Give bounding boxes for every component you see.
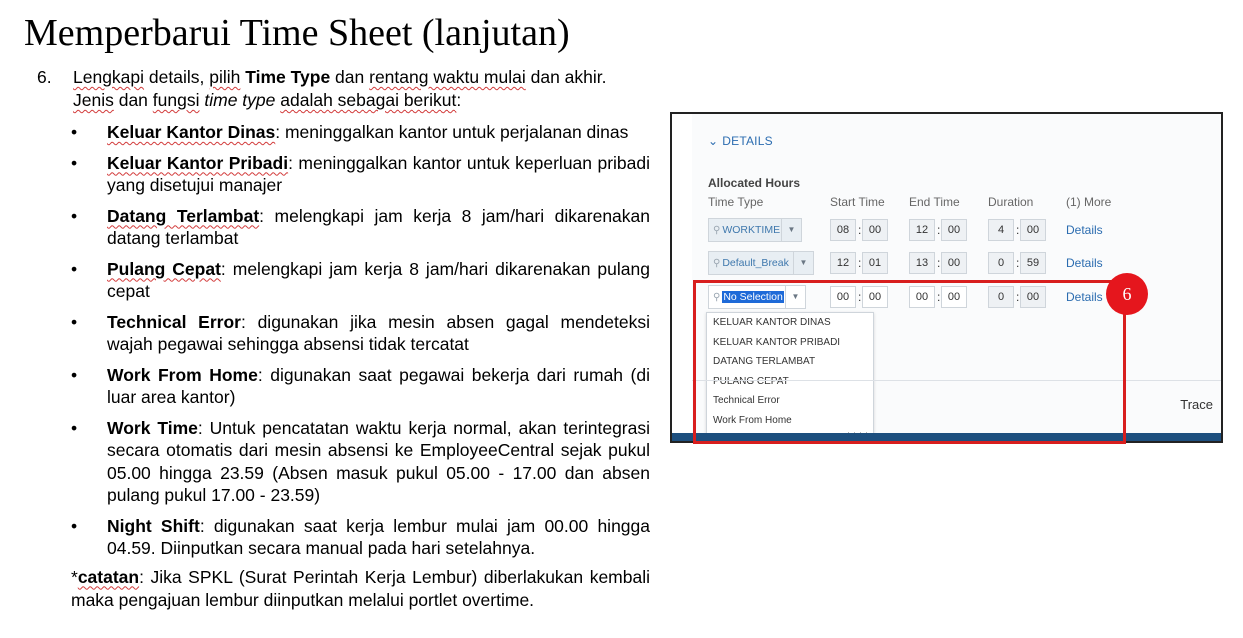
time-colon: :	[858, 256, 862, 270]
time-type-list: • Keluar Kantor Dinas: meninggalkan kanto…	[0, 121, 660, 560]
intro-term: Time Type	[245, 67, 331, 87]
time-type-term: Technical Error	[107, 311, 241, 332]
search-icon: ⚲	[713, 225, 721, 236]
time-colon: :	[858, 223, 862, 237]
note-text: : Jika SPKL (Surat Perintah Kerja Lembur…	[71, 566, 650, 610]
allocated-hours-label: Allocated Hours	[708, 176, 801, 190]
details-label: DETAILS	[722, 134, 773, 148]
chevron-down-icon: ⌄	[708, 134, 719, 148]
bullet: •	[71, 311, 78, 332]
time-type-item: • Pulang Cepat: melengkapi jam kerja 8 ja…	[71, 258, 650, 303]
caret-down-icon[interactable]: ▼	[781, 219, 801, 241]
time-type-item: • Keluar Kantor Dinas: meninggalkan kanto…	[71, 121, 650, 144]
bullet: •	[71, 152, 78, 173]
intro-word: adalah sebagai berikut	[280, 90, 457, 110]
trace-button[interactable]: Trace	[1180, 397, 1213, 412]
col-time-type: Time Type	[708, 195, 764, 209]
highlight-box	[693, 280, 1126, 444]
bullet: •	[71, 122, 78, 142]
duration-minute: 59	[1020, 252, 1046, 274]
end-minute[interactable]: 00	[941, 219, 967, 241]
footnote: *catatan: Jika SPKL (Surat Perintah Kerj…	[71, 566, 650, 612]
intro-word: Jenis	[73, 90, 114, 110]
col-start-time: Start Time	[830, 195, 885, 209]
start-minute[interactable]: 00	[862, 219, 888, 241]
time-type-item: • Work Time: Untuk pencatatan waktu kerja…	[71, 417, 650, 507]
step-number: 6.	[37, 67, 52, 87]
intro-term: time type	[204, 90, 276, 110]
bullet: •	[71, 205, 78, 226]
time-type-term: Datang Terlambat	[107, 205, 260, 226]
intro-word: :	[456, 90, 462, 110]
time-type-item: • Technical Error: digunakan jika mesin a…	[71, 311, 650, 356]
time-type-term: Keluar Kantor Pribadi	[107, 152, 289, 173]
intro-word: dan	[330, 67, 370, 87]
search-icon: ⚲	[713, 258, 721, 269]
time-type-term: Pulang Cepat	[107, 258, 221, 279]
caret-down-icon[interactable]: ▼	[793, 252, 813, 274]
intro-word: fungsi	[152, 90, 200, 110]
step-intro: 6. Lengkapi details, pilih Time Type dan…	[0, 66, 650, 112]
duration-minute: 00	[1020, 219, 1046, 241]
time-colon: :	[937, 256, 941, 270]
bullet: •	[71, 515, 78, 536]
bullet: •	[71, 417, 78, 438]
time-type-item: • Keluar Kantor Pribadi: meninggalkan kan…	[71, 152, 650, 197]
time-type-value: Default_Break	[722, 257, 789, 269]
time-type-select[interactable]: ⚲ Default_Break ▼	[708, 251, 814, 275]
time-colon: :	[937, 223, 941, 237]
intro-word: dan akhir.	[525, 67, 607, 87]
end-hour[interactable]: 13	[909, 252, 935, 274]
time-type-term: Night Shift	[107, 515, 200, 536]
time-type-item: • Work From Home: digunakan saat pegawai …	[71, 364, 650, 409]
col-duration: Duration	[988, 195, 1034, 209]
end-hour[interactable]: 12	[909, 219, 935, 241]
time-colon: :	[1016, 223, 1020, 237]
col-more: (1) More	[1066, 195, 1112, 209]
note-prefix: *	[71, 566, 78, 587]
slide-title: Memperbarui Time Sheet (lanjutan)	[24, 12, 570, 54]
step-badge: 6	[1106, 273, 1148, 315]
row-details-link[interactable]: Details	[1066, 256, 1103, 270]
details-section-toggle[interactable]: ⌄ DETAILS	[708, 134, 773, 148]
time-type-item: • Datang Terlambat: melengkapi jam kerja …	[71, 205, 650, 250]
time-type-term: Work Time	[107, 417, 198, 438]
note-term: catatan	[77, 566, 140, 587]
duration-hour: 0	[988, 252, 1014, 274]
time-type-term: Keluar Kantor Dinas	[107, 122, 276, 142]
bullet: •	[71, 364, 78, 385]
intro-word: Lengkapi	[73, 67, 145, 87]
time-type-term: Work From Home	[107, 364, 258, 385]
start-hour[interactable]: 08	[830, 219, 856, 241]
col-end-time: End Time	[909, 195, 960, 209]
time-type-desc: : meninggalkan kantor untuk perjalanan d…	[275, 122, 629, 142]
intro-word: pilih	[209, 67, 241, 87]
bullet: •	[71, 258, 78, 279]
time-type-value: WORKTIME	[722, 224, 781, 236]
start-minute[interactable]: 01	[862, 252, 888, 274]
intro-word: details,	[144, 67, 210, 87]
time-colon: :	[1016, 256, 1020, 270]
time-type-select[interactable]: ⚲ WORKTIME ▼	[708, 218, 802, 242]
intro-word: dan	[113, 90, 153, 110]
start-hour[interactable]: 12	[830, 252, 856, 274]
intro-word: rentang waktu mulai	[369, 67, 526, 87]
slide-content: 6. Lengkapi details, pilih Time Type dan…	[0, 66, 660, 612]
row-details-link[interactable]: Details	[1066, 223, 1103, 237]
duration-hour: 4	[988, 219, 1014, 241]
time-type-item: • Night Shift: digunakan saat kerja lembu…	[71, 515, 650, 560]
end-minute[interactable]: 00	[941, 252, 967, 274]
